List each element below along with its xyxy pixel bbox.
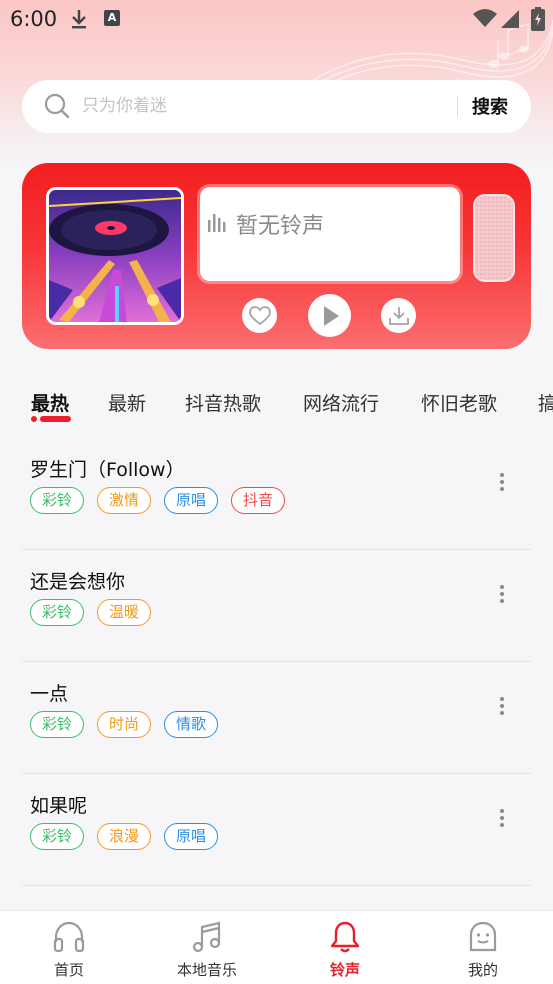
tag: 彩铃 [30,599,85,626]
tab-newest[interactable]: 最新 [108,389,146,416]
search-input[interactable] [82,92,442,120]
song-title: 一点 [30,683,69,705]
tag: 原唱 [164,823,219,850]
nav-ringtones[interactable]: 铃声 [276,911,414,984]
tag: 激情 [97,487,152,514]
tag: 原唱 [164,487,219,514]
song-title: 如果呢 [30,795,88,817]
search-button[interactable]: 搜索 [472,93,508,119]
nav-label: 铃声 [329,961,360,979]
nav-home[interactable]: 首页 [0,911,138,984]
tag: 浪漫 [97,823,152,850]
more-options-icon[interactable] [492,694,512,720]
song-title: 还是会想你 [30,571,126,593]
now-playing-panel: 暂无铃声 [200,187,460,281]
song-row[interactable]: 罗生门（Follow） 彩铃 激情 原唱 抖音 [22,438,531,550]
audio-bars-icon [208,214,226,232]
cellular-signal-icon [501,10,519,28]
song-tags: 彩铃 温暖 [30,599,164,627]
battery-charging-icon [531,7,545,31]
tab-oldies[interactable]: 怀旧老歌 [421,389,497,416]
download-icon [388,306,409,325]
download-button[interactable] [381,298,416,333]
nav-label: 本地音乐 [176,961,237,979]
tag: 彩铃 [30,711,85,738]
album-cover[interactable] [46,187,184,325]
active-tab-indicator [31,416,71,422]
search-icon [44,93,70,119]
song-row[interactable]: 如果呢 彩铃 浪漫 原唱 [22,774,531,886]
search-divider [457,96,458,117]
search-bar: 搜索 [22,80,531,133]
tag: 抖音 [231,487,286,514]
tag: 彩铃 [30,823,85,850]
status-time: 6:00 [10,7,58,31]
tab-internet-pop[interactable]: 网络流行 [303,389,379,416]
album-cover-art [49,190,181,322]
heart-icon [248,305,271,325]
nav-label: 我的 [467,961,498,979]
profile-face-icon [469,921,497,952]
tag: 情歌 [164,711,219,738]
song-row[interactable]: 还是会想你 彩铃 温暖 [22,550,531,662]
more-options-icon[interactable] [492,470,512,496]
side-handle[interactable] [473,194,515,282]
more-options-icon[interactable] [492,806,512,832]
song-tags: 彩铃 时尚 情歌 [30,711,231,739]
wifi-icon [473,9,497,27]
nav-profile[interactable]: 我的 [414,911,552,984]
tag: 温暖 [97,599,152,626]
now-playing-text: 暂无铃声 [236,214,325,239]
song-tags: 彩铃 浪漫 原唱 [30,823,231,851]
accessibility-status-icon: A [104,10,120,26]
download-status-icon [72,10,86,29]
bottom-nav: 首页 本地音乐 铃声 我的 [0,910,553,984]
tab-hottest[interactable]: 最热 [31,389,69,416]
status-bar: 6:00 A [0,0,553,38]
tab-funny[interactable]: 搞 [538,389,553,416]
nav-local-music[interactable]: 本地音乐 [138,911,276,984]
nav-label: 首页 [53,961,84,979]
tag: 时尚 [97,711,152,738]
music-note-icon [192,921,221,953]
song-tags: 彩铃 激情 原唱 抖音 [30,487,298,515]
play-icon [323,305,339,326]
tag: 彩铃 [30,487,85,514]
tab-douyin-hits[interactable]: 抖音热歌 [185,389,261,416]
play-button[interactable] [308,294,351,337]
more-options-icon[interactable] [492,582,512,608]
bell-icon [330,921,360,953]
song-row[interactable]: 一点 彩铃 时尚 情歌 [22,662,531,774]
like-button[interactable] [242,298,277,333]
headphones-icon [53,921,85,953]
song-title: 罗生门（Follow） [30,459,185,481]
category-tabs: 最热 最新 抖音热歌 网络流行 怀旧老歌 搞 [0,385,553,425]
player-card: 暂无铃声 [22,163,531,349]
